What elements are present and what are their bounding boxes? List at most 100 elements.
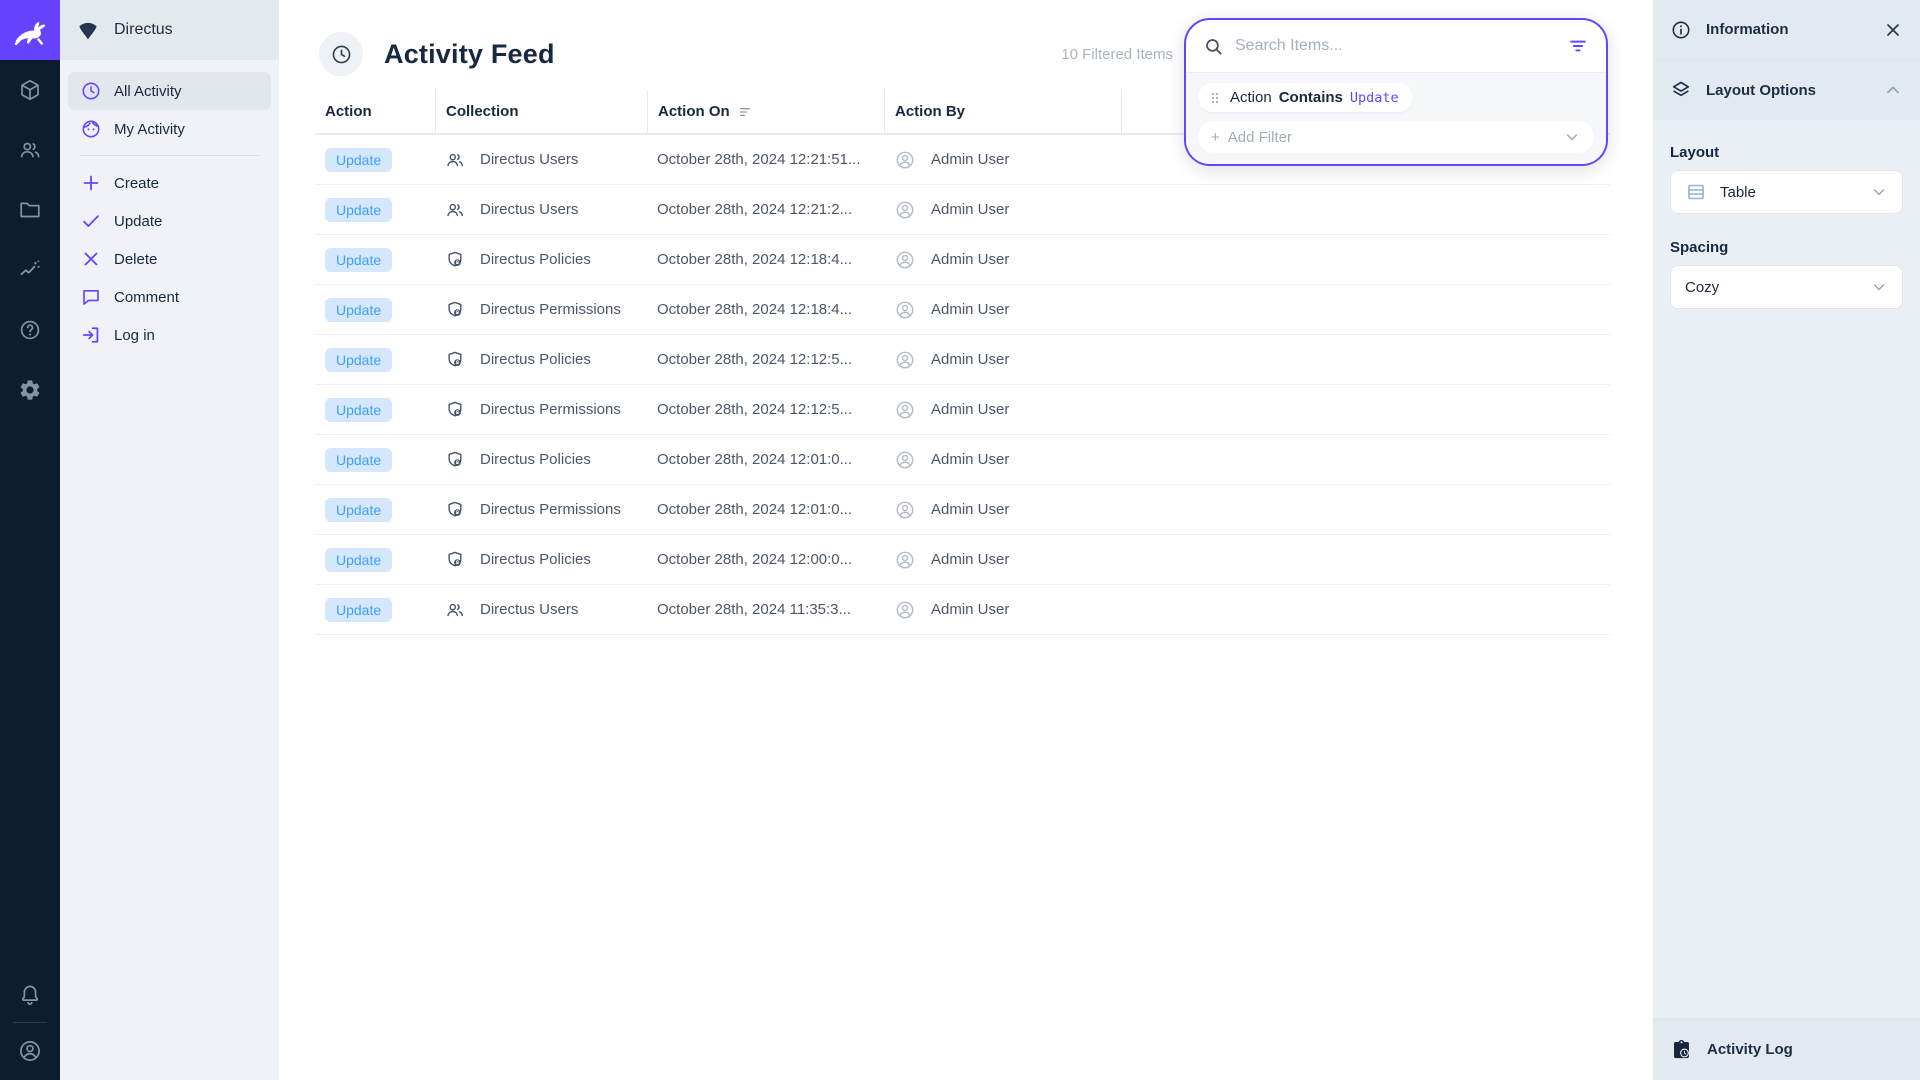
- clipboard-clock-icon: [1670, 1038, 1693, 1061]
- table-body: Update Directus Users October 28th, 2024…: [315, 135, 1610, 635]
- nav-item-label: My Activity: [114, 121, 185, 138]
- module-bar-bottom: [13, 983, 47, 1080]
- login-icon: [80, 324, 102, 346]
- project-header[interactable]: Directus: [60, 0, 279, 60]
- search-filter-panel: Action Contains Update + Add Filter: [1184, 18, 1608, 166]
- action-by-user: Admin User: [931, 501, 1009, 518]
- column-header-action-on[interactable]: Action On: [647, 90, 884, 133]
- filter-section: Action Contains Update + Add Filter: [1186, 72, 1606, 164]
- activity-log-button[interactable]: Activity Log: [1653, 1018, 1920, 1080]
- policy-collection-icon: [445, 250, 465, 270]
- collection-name: Directus Permissions: [480, 501, 621, 518]
- action-badge: Update: [325, 248, 392, 272]
- information-section-header[interactable]: Information: [1653, 0, 1920, 60]
- layout-options-section-header[interactable]: Layout Options: [1653, 60, 1920, 120]
- action-by-user: Admin User: [931, 601, 1009, 618]
- plus-icon: [80, 172, 102, 194]
- table-row[interactable]: Update Directus Policies October 28th, 2…: [315, 435, 1610, 485]
- action-on-timestamp: October 28th, 2024 12:21:51...: [657, 151, 860, 168]
- table-row[interactable]: Update Directus Users October 28th, 2024…: [315, 585, 1610, 635]
- nav-item-all-activity[interactable]: All Activity: [68, 72, 271, 110]
- spacing-select[interactable]: Cozy: [1670, 265, 1903, 309]
- drag-handle-icon[interactable]: [1207, 90, 1223, 106]
- cell-action: Update: [315, 135, 435, 184]
- filtered-items-count: 10 Filtered Items: [1061, 46, 1173, 63]
- policy-collection-icon: [445, 500, 465, 520]
- nav-item-log-in[interactable]: Log in: [68, 316, 271, 354]
- cell-spacer: [1121, 285, 1610, 334]
- search-input[interactable]: [1235, 37, 1556, 55]
- close-sidebar-icon[interactable]: [1883, 20, 1903, 40]
- column-header-action[interactable]: Action: [315, 90, 435, 133]
- policy-collection-icon: [445, 400, 465, 420]
- user-avatar-icon: [894, 299, 916, 321]
- table-row[interactable]: Update Directus Users October 28th, 2024…: [315, 185, 1610, 235]
- cell-action: Update: [315, 235, 435, 284]
- users-collection-icon: [445, 200, 465, 220]
- nav-item-label: Delete: [114, 251, 157, 268]
- nav-item-label: All Activity: [114, 83, 182, 100]
- collection-name: Directus Users: [480, 601, 578, 618]
- nav-item-label: Log in: [114, 327, 155, 344]
- cell-action-on: October 28th, 2024 12:18:4...: [647, 235, 884, 284]
- layout-select[interactable]: Table: [1670, 170, 1903, 214]
- user-avatar-icon[interactable]: [17, 1038, 43, 1064]
- collection-name: Directus Policies: [480, 251, 591, 268]
- layout-options-title: Layout Options: [1706, 82, 1816, 99]
- cell-action: Update: [315, 585, 435, 634]
- column-header-action-by[interactable]: Action By: [884, 90, 1121, 133]
- settings-module-icon[interactable]: [18, 378, 42, 402]
- cell-collection: Directus Policies: [435, 335, 647, 384]
- nav-item-create[interactable]: Create: [68, 164, 271, 202]
- clock-icon: [80, 80, 102, 102]
- filter-chip[interactable]: Action Contains Update: [1198, 83, 1413, 112]
- spacing-select-value: Cozy: [1685, 279, 1719, 296]
- module-bar-divider: [13, 1022, 47, 1023]
- cell-action-by: Admin User: [884, 435, 1121, 484]
- filter-lines-icon[interactable]: [1567, 35, 1589, 57]
- nav-item-delete[interactable]: Delete: [68, 240, 271, 278]
- collection-name: Directus Policies: [480, 451, 591, 468]
- chevron-up-icon[interactable]: [1883, 80, 1903, 100]
- notifications-bell-icon[interactable]: [18, 983, 42, 1007]
- action-on-timestamp: October 28th, 2024 12:12:5...: [657, 401, 852, 418]
- content-module-icon[interactable]: [18, 78, 42, 102]
- cell-action-on: October 28th, 2024 12:00:0...: [647, 535, 884, 584]
- policy-collection-icon: [445, 450, 465, 470]
- directus-logo[interactable]: [0, 0, 60, 60]
- layout-options-body: Layout Table Spacing Cozy: [1653, 120, 1920, 1018]
- table-row[interactable]: Update Directus Permissions October 28th…: [315, 285, 1610, 335]
- page-title: Activity Feed: [384, 39, 555, 70]
- column-header-collection[interactable]: Collection: [435, 90, 647, 133]
- cell-action: Update: [315, 185, 435, 234]
- table-row[interactable]: Update Directus Permissions October 28th…: [315, 485, 1610, 535]
- collection-name: Directus Permissions: [480, 401, 621, 418]
- user-avatar-icon: [894, 249, 916, 271]
- cell-action-by: Admin User: [884, 485, 1121, 534]
- plus-icon: +: [1211, 129, 1220, 146]
- cell-action: Update: [315, 535, 435, 584]
- table-row[interactable]: Update Directus Policies October 28th, 2…: [315, 335, 1610, 385]
- collection-name: Directus Users: [480, 201, 578, 218]
- files-module-icon[interactable]: [18, 198, 42, 222]
- cell-action-on: October 28th, 2024 12:21:51...: [647, 135, 884, 184]
- cell-action: Update: [315, 285, 435, 334]
- cell-action-by: Admin User: [884, 335, 1121, 384]
- nav-item-comment[interactable]: Comment: [68, 278, 271, 316]
- table-row[interactable]: Update Directus Policies October 28th, 2…: [315, 535, 1610, 585]
- nav-item-update[interactable]: Update: [68, 202, 271, 240]
- table-row[interactable]: Update Directus Policies October 28th, 2…: [315, 235, 1610, 285]
- nav-item-label: Create: [114, 175, 159, 192]
- action-on-timestamp: October 28th, 2024 11:35:3...: [657, 601, 851, 618]
- cell-spacer: [1121, 435, 1610, 484]
- help-module-icon[interactable]: [18, 318, 42, 342]
- insights-module-icon[interactable]: [18, 258, 42, 282]
- nav-item-my-activity[interactable]: My Activity: [68, 110, 271, 148]
- users-module-icon[interactable]: [18, 138, 42, 162]
- action-on-timestamp: October 28th, 2024 12:01:0...: [657, 501, 852, 518]
- cell-action-on: October 28th, 2024 11:35:3...: [647, 585, 884, 634]
- add-filter-button[interactable]: + Add Filter: [1198, 121, 1594, 153]
- action-badge: Update: [325, 498, 392, 522]
- table-row[interactable]: Update Directus Permissions October 28th…: [315, 385, 1610, 435]
- chat-icon: [80, 286, 102, 308]
